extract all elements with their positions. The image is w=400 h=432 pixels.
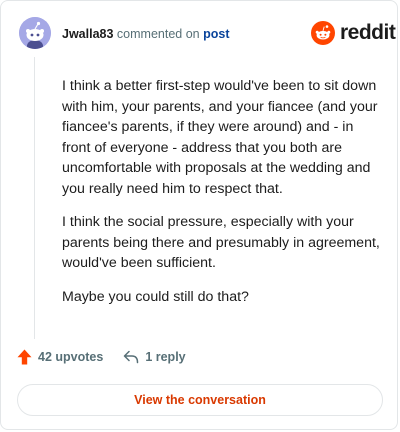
thread-line: [34, 57, 35, 339]
reply-count: 1 reply: [145, 350, 186, 364]
upvote-button[interactable]: 42 upvotes: [17, 349, 103, 365]
username-link[interactable]: Jwalla83: [62, 27, 113, 41]
snoo-avatar-icon: [19, 17, 51, 49]
commented-on-text: commented on: [116, 27, 200, 41]
reddit-logo-icon: [311, 21, 335, 45]
upvote-arrow-icon: [17, 349, 32, 365]
view-conversation-label: View the conversation: [134, 393, 266, 407]
comment-header: Jwalla83 commented on post: [62, 27, 229, 41]
upvote-count: 42 upvotes: [38, 350, 104, 364]
comment-embed-card: Jwalla83 commented on post reddit I thin…: [0, 0, 398, 430]
comment-paragraph: I think the social pressure, especially …: [62, 214, 380, 271]
post-link[interactable]: post: [203, 27, 229, 41]
comment-actions: 42 upvotes 1 reply: [17, 349, 186, 365]
comment-paragraph: I think a better first-step would've bee…: [62, 78, 378, 197]
user-avatar[interactable]: [19, 17, 51, 49]
reply-arrow-icon: [124, 350, 139, 364]
reddit-logo[interactable]: reddit: [311, 21, 396, 45]
comment-paragraph: Maybe you could still do that?: [62, 288, 249, 305]
comment-body: I think a better first-step would've bee…: [62, 76, 380, 320]
view-conversation-button[interactable]: View the conversation: [17, 384, 383, 416]
reddit-wordmark: reddit: [340, 21, 396, 44]
reply-button[interactable]: 1 reply: [123, 350, 186, 364]
